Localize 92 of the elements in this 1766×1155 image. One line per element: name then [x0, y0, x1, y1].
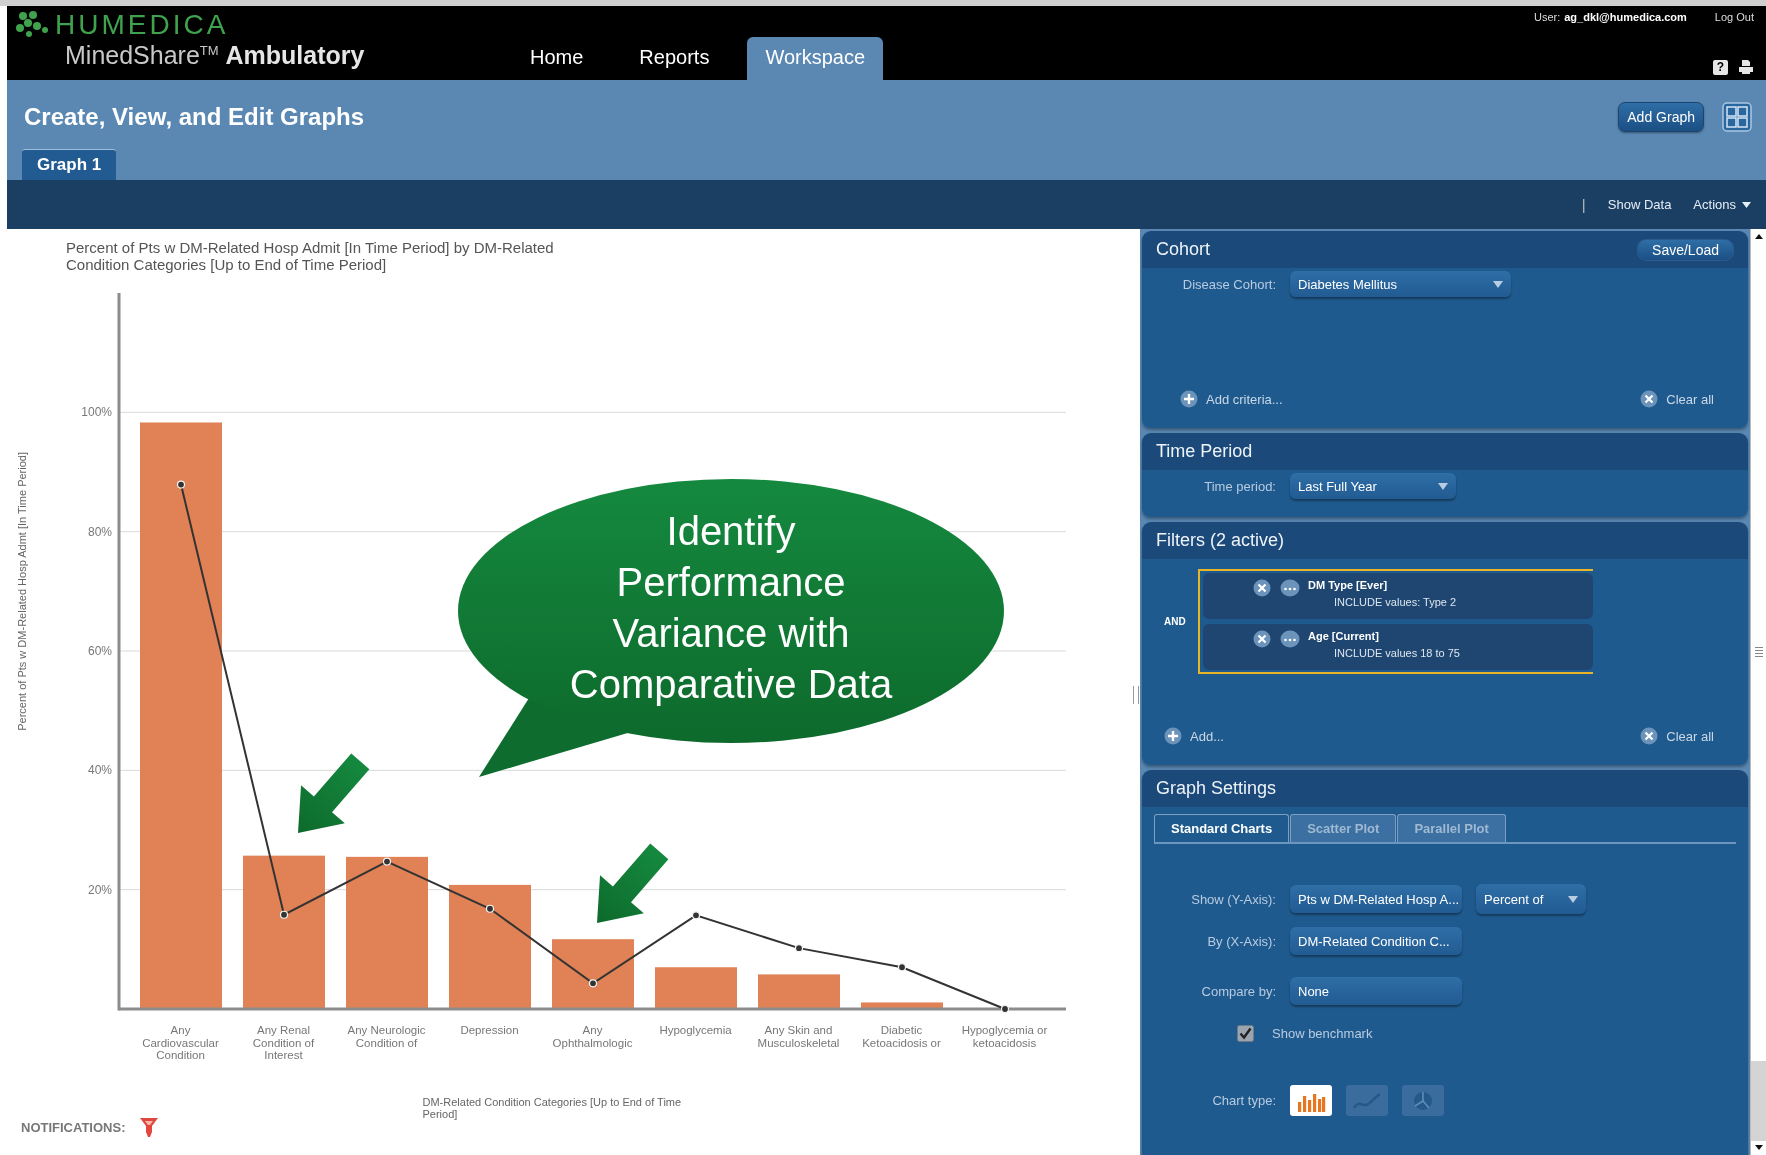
axis-title: DM-Related Condition Categories [Up to End of Time Period]	[422, 1096, 683, 1122]
nav-tab[interactable]: Home	[512, 37, 602, 80]
tick-label: 80%	[87, 524, 112, 539]
plus-icon[interactable]	[1180, 390, 1198, 408]
selector-button[interactable]: Pts w DM-Related Hosp A...	[1290, 885, 1462, 913]
add-link[interactable]: Add criteria...	[1206, 391, 1283, 407]
category-label: Any Cardiovascular Condition	[141, 1024, 220, 1063]
category-label: Any Neurologic Condition of	[346, 1024, 427, 1051]
graph-tab[interactable]: Graph 1	[22, 149, 117, 180]
selector-button[interactable]: DM-Related Condition C...	[1290, 927, 1462, 955]
checkbox[interactable]	[1237, 1025, 1254, 1042]
remove-icon[interactable]	[1253, 579, 1271, 597]
panel-title: Filters (2 active)	[1156, 530, 1285, 551]
clear-all-link[interactable]: Clear all	[1666, 391, 1714, 407]
axis-title: Percent of Pts w DM-Related Hosp Admt [In Time Period]	[16, 451, 28, 731]
separator: |	[1581, 196, 1586, 213]
point	[485, 904, 495, 913]
category-label: Any Ophthalmologic	[551, 1024, 634, 1051]
help-icon[interactable]: ?	[1713, 59, 1728, 75]
tick-label: 20%	[87, 882, 112, 897]
tick-label: 100%	[81, 405, 112, 420]
tick-label: 40%	[87, 763, 112, 778]
logo-text: HUMEDICA	[55, 9, 229, 41]
product-name: MinedShare$^{TM}$ Ambulatory	[65, 41, 366, 70]
category-label: Hypoglycemia or ketoacidosis	[960, 1024, 1049, 1051]
remove-icon[interactable]	[1253, 630, 1271, 648]
category-label: Any Skin and Musculoskeletal	[756, 1024, 841, 1051]
chart-title: Percent of Pts w DM-Related Hosp Admit [In Time Period] by DM-Related Condition Categories [Up to End of Time Period]	[66, 239, 555, 275]
filter-detail: INCLUDE values: Type 2	[1334, 596, 1457, 608]
dropdown[interactable]: Last Full Year	[1290, 473, 1456, 499]
field-label: By (X-Axis):	[1206, 933, 1276, 949]
dropdown[interactable]: Diabetes Mellitus	[1290, 271, 1511, 297]
nav-tab[interactable]: Workspace	[747, 37, 884, 80]
caret-icon	[1438, 482, 1448, 490]
point	[382, 857, 392, 866]
grip-icon[interactable]	[1753, 646, 1764, 658]
dropdown[interactable]: Percent of	[1476, 884, 1586, 914]
caret-icon	[1742, 201, 1751, 208]
logo-icon	[15, 10, 51, 40]
save-load-button[interactable]: Save/Load	[1637, 238, 1734, 261]
field-label: Show (Y-Axis):	[1190, 891, 1276, 907]
layout-icon[interactable]	[1722, 102, 1752, 132]
caret-icon	[1568, 895, 1578, 903]
callout-text: Identify Performance Variance with Comparative Data	[568, 508, 894, 708]
category-label: Any Renal Condition of Interest	[251, 1024, 316, 1063]
panel-title: Time Period	[1156, 441, 1253, 462]
field-label: Compare by:	[1200, 983, 1276, 999]
point	[794, 944, 804, 953]
point	[279, 910, 289, 919]
point	[691, 911, 701, 920]
scrollbar[interactable]	[1750, 229, 1766, 1155]
field-label: Chart type:	[1211, 1093, 1276, 1108]
clear-icon[interactable]	[1640, 390, 1659, 408]
funnel-icon[interactable]	[139, 1116, 160, 1138]
panel-title: Cohort	[1156, 239, 1211, 260]
panel-title: Graph Settings	[1156, 778, 1277, 799]
selector-button[interactable]: None	[1290, 977, 1462, 1005]
add-link[interactable]: Add...	[1190, 728, 1224, 744]
point	[588, 979, 598, 988]
category-label: Diabetic Ketoacidosis or	[861, 1024, 942, 1051]
point	[897, 963, 907, 972]
print-icon[interactable]	[1738, 59, 1754, 75]
caret-icon	[1493, 280, 1503, 288]
logout-link[interactable]: Log Out	[1714, 11, 1754, 23]
field-label: Disease Cohort:	[1181, 276, 1276, 292]
point	[1000, 1004, 1010, 1014]
plus-icon[interactable]	[1164, 727, 1182, 745]
user-label: User:	[1533, 11, 1561, 23]
settings-tab[interactable]: Standard Charts	[1154, 814, 1290, 842]
page-title: Create, View, and Edit Graphs	[24, 103, 365, 131]
more-icon[interactable]	[1280, 579, 1300, 597]
filter-name: DM Type [Ever]	[1308, 579, 1389, 591]
clear-all-link[interactable]: Clear all	[1666, 728, 1714, 744]
connector-label: AND	[1164, 616, 1187, 627]
more-icon[interactable]	[1280, 630, 1300, 648]
point	[176, 480, 186, 489]
notifications-label: NOTIFICATIONS:	[21, 1119, 126, 1135]
category-label: Hypoglycemia	[658, 1024, 733, 1038]
splitter-handle[interactable]	[1133, 686, 1139, 704]
actions-menu[interactable]: Actions	[1693, 197, 1751, 212]
tick-label: 60%	[87, 644, 112, 658]
filter-detail: INCLUDE values 18 to 75	[1334, 647, 1460, 659]
checkbox-label: Show benchmark	[1272, 1026, 1373, 1041]
bar-chart-button[interactable]	[1290, 1085, 1332, 1116]
show-data-link[interactable]: Show Data	[1607, 197, 1672, 212]
add-graph-button[interactable]: Add Graph	[1618, 102, 1704, 132]
category-label: Depression	[459, 1024, 520, 1038]
nav-tab[interactable]: Reports	[621, 37, 728, 80]
clear-icon[interactable]	[1640, 727, 1659, 745]
field-label: Time period:	[1203, 478, 1276, 494]
filter-name: Age [Current]	[1308, 630, 1380, 642]
user-name: ag_dkl@humedica.com	[1564, 11, 1687, 23]
